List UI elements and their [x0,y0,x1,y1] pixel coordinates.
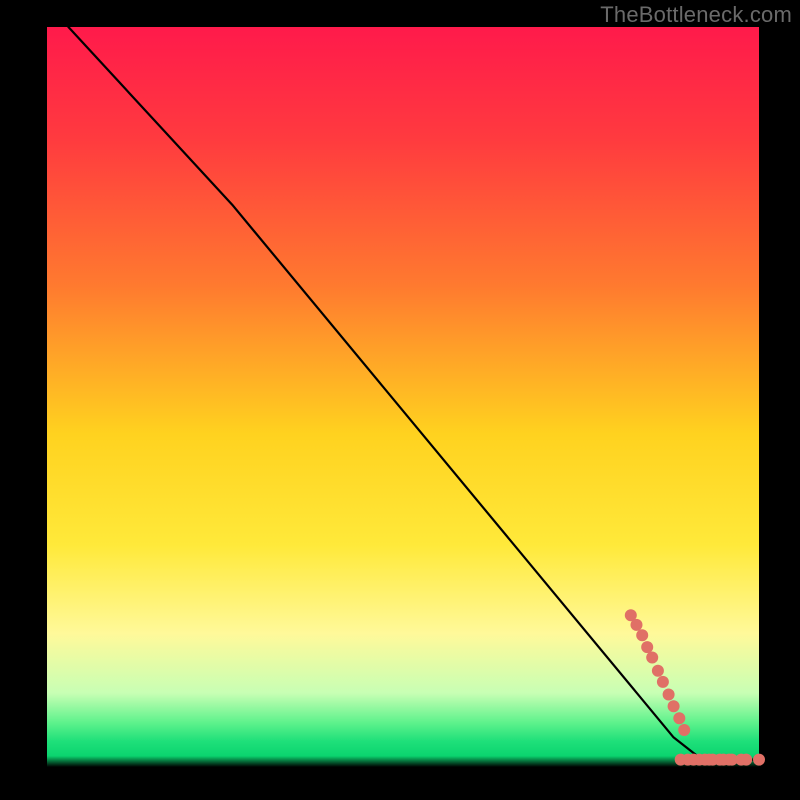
scatter-point [663,689,675,701]
scatter-point [673,712,685,724]
chart-frame: TheBottleneck.com [0,0,800,800]
scatter-point [678,724,690,736]
scatter-point [740,754,752,766]
scatter-point [631,619,643,631]
scatter-point [753,754,765,766]
scatter-point [636,629,648,641]
watermark-text: TheBottleneck.com [600,2,792,28]
scatter-point [657,676,669,688]
scatter-point [646,652,658,664]
scatter-point [668,700,680,712]
scatter-point [652,665,664,677]
scatter-point [641,641,653,653]
bottleneck-chart [0,0,800,800]
